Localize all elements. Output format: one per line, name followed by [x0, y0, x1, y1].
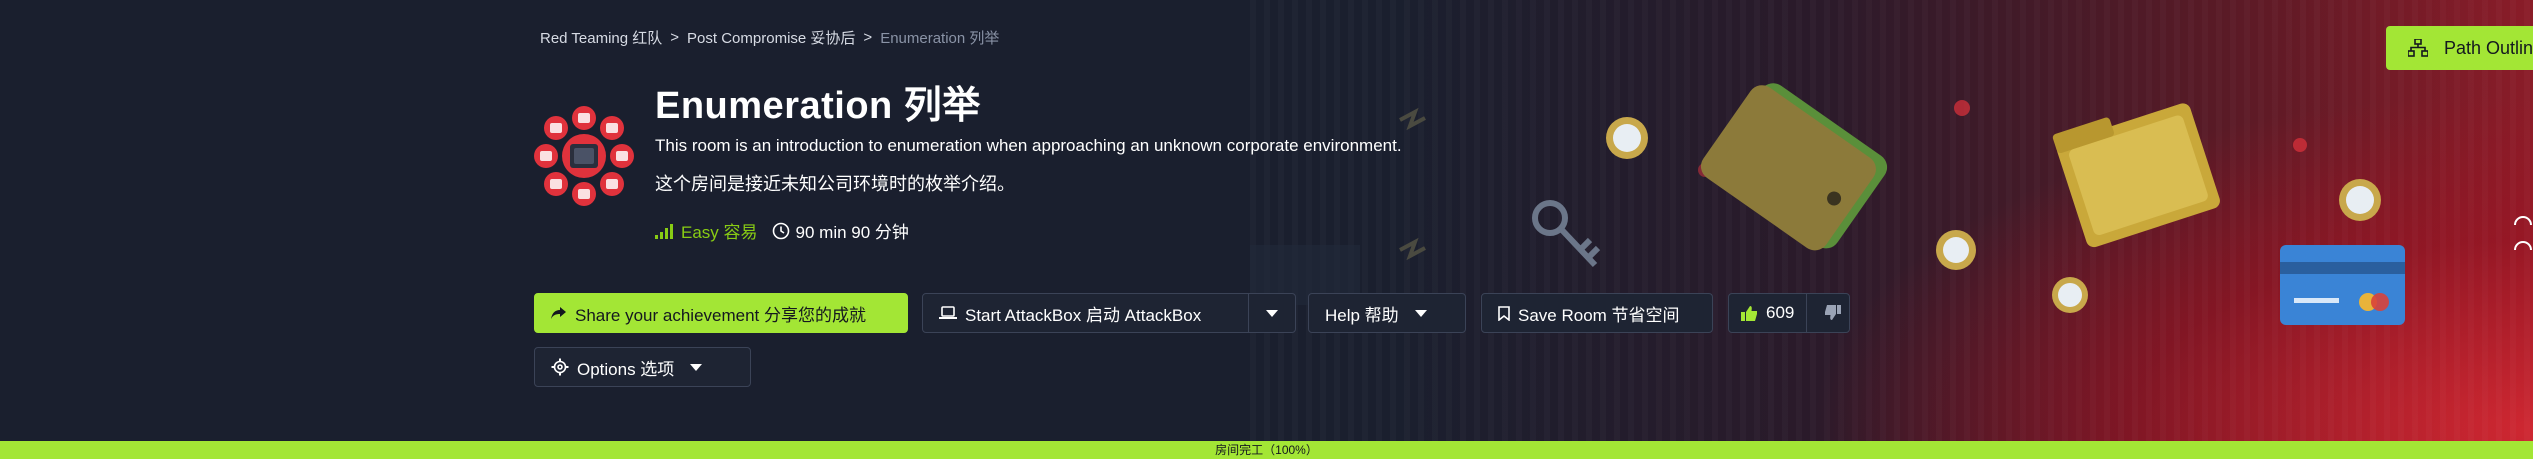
room-description-zh: 这个房间是接近未知公司环境时的枚举介绍。: [655, 174, 1015, 194]
wallet: [1700, 83, 1888, 251]
chevron-down-icon: [1414, 309, 1427, 317]
laptop-icon: [939, 306, 957, 319]
breadcrumb-separator: >: [863, 29, 873, 46]
bookmark-icon: [1498, 305, 1510, 321]
breadcrumb-item-red-teaming[interactable]: Red Teaming 红队: [540, 27, 662, 48]
room-hero-banner: Red Teaming 红队 > Post Compromise 妥协后 > E…: [0, 0, 2533, 441]
help-label: Help 帮助: [1325, 305, 1399, 325]
breadcrumb-item-post-compromise[interactable]: Post Compromise 妥协后: [687, 27, 855, 48]
share-achievement-button[interactable]: Share your achievement 分享您的成就: [534, 293, 908, 333]
dislike-button[interactable]: [1815, 294, 1849, 332]
chevron-down-icon: [690, 363, 703, 371]
help-button[interactable]: Help 帮助: [1308, 293, 1466, 333]
clock-icon: [772, 222, 789, 239]
difficulty-label: Easy 容易: [681, 223, 758, 242]
room-meta: Easy 容易 90 min 90 分钟: [655, 218, 909, 243]
save-room-label: Save Room 节省空间: [1518, 305, 1680, 325]
start-attackbox-button[interactable]: Start AttackBox 启动 AttackBox: [923, 294, 1240, 332]
progress-label: 房间完工（100%）: [1215, 443, 1318, 457]
banner-illustration: [1250, 83, 2532, 325]
options-label: Options 选项: [577, 359, 675, 379]
credit-card: [2280, 245, 2405, 325]
sitemap-icon: [2408, 39, 2428, 57]
coin-3: [2052, 277, 2088, 313]
options-button[interactable]: Options 选项: [534, 347, 751, 387]
like-button[interactable]: 609: [1729, 294, 1808, 332]
breadcrumb: Red Teaming 红队 > Post Compromise 妥协后 > E…: [540, 27, 999, 48]
key: [1532, 200, 1601, 268]
path-outline-button[interactable]: Path Outline: [2386, 26, 2533, 70]
coin-4: [2339, 179, 2381, 221]
breadcrumb-separator: >: [670, 29, 680, 46]
folder: [2052, 103, 2220, 248]
share-label: Share your achievement 分享您的成就: [575, 305, 866, 325]
room-logo-icon: [534, 106, 634, 206]
attackbox-dropdown-toggle[interactable]: [1248, 294, 1295, 332]
breadcrumb-current: Enumeration 列举: [880, 30, 1000, 47]
difficulty-badge: Easy 容易: [655, 218, 758, 243]
duration-badge: 90 min 90 分钟: [772, 218, 909, 243]
save-room-button[interactable]: Save Room 节省空间: [1481, 293, 1713, 333]
coin-1: [1606, 117, 1648, 159]
chevron-down-icon: [1266, 309, 1278, 317]
attackbox-label: Start AttackBox 启动 AttackBox: [965, 305, 1202, 325]
share-icon: [551, 307, 566, 319]
room-description-en: This room is an introduction to enumerat…: [655, 136, 1402, 155]
coin-2: [1936, 230, 1976, 270]
room-title: Enumeration 列举: [655, 85, 981, 127]
signal-icon: [655, 223, 673, 239]
duration-label: 90 min 90 分钟: [795, 223, 909, 242]
room-progress-bar: 房间完工（100%）: [0, 441, 2533, 459]
thumbs-up-icon: [1741, 306, 1757, 321]
gear-icon: [551, 358, 569, 376]
path-outline-label: Path Outline: [2444, 37, 2533, 58]
like-count: 609: [1766, 303, 1795, 322]
thumbs-down-icon: [1824, 305, 1841, 320]
attackbox-button-group: Start AttackBox 启动 AttackBox: [922, 293, 1296, 333]
vote-button-group: 609: [1728, 293, 1850, 333]
